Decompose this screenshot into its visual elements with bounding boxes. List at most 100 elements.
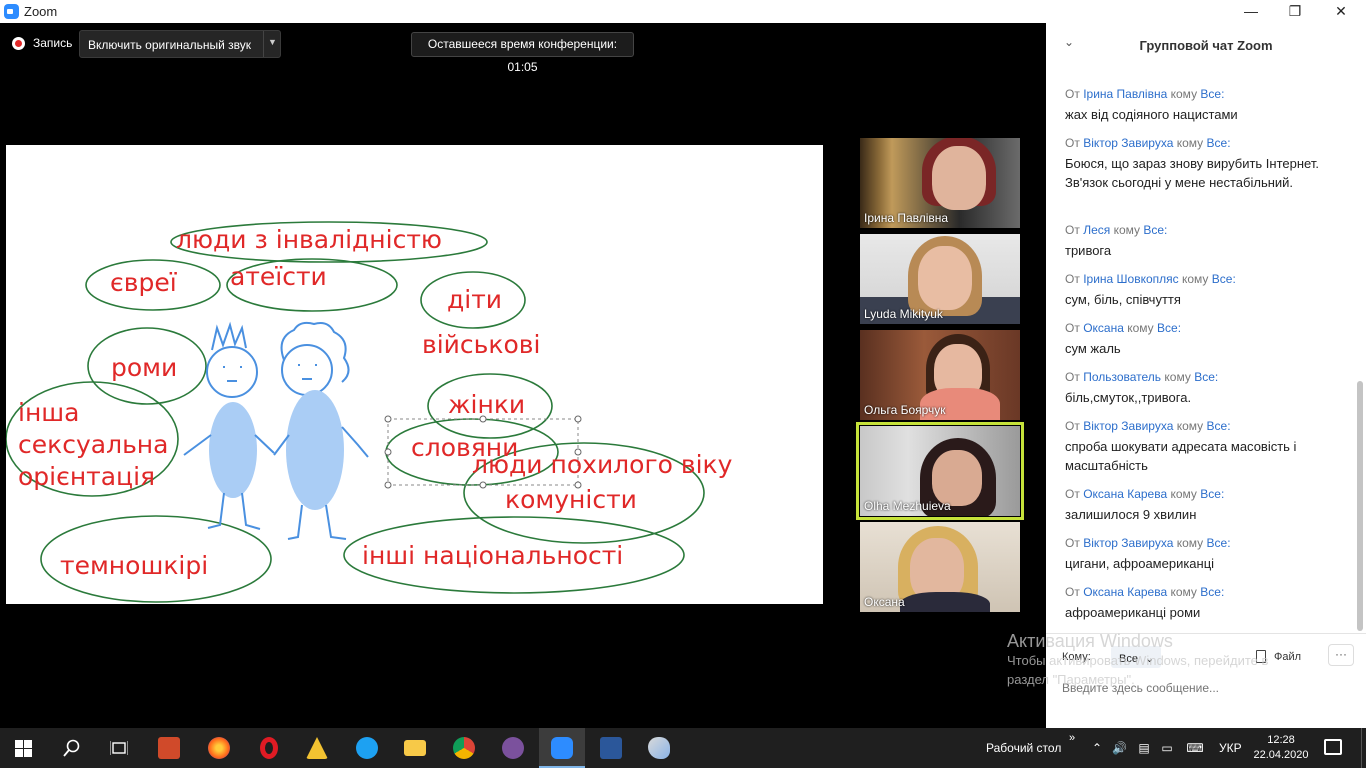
desktop-toolbar-label[interactable]: Рабочий стол [986,741,1061,755]
to-prefix: кому [1181,272,1209,286]
sender-name[interactable]: Оксана [1083,321,1124,335]
taskbar-app-file-explorer[interactable] [392,728,438,768]
sender-name[interactable]: Ірина Павлівна [1083,87,1167,101]
sender-name[interactable]: Віктор Завируха [1083,536,1173,550]
recipient-dropdown[interactable]: Все ⌄ [1111,646,1161,668]
chat-message: От Оксана Карева кому Все: афроамериканці… [1065,585,1335,622]
file-button[interactable]: Файл [1256,650,1301,663]
chat-message-text: Боюся, що зараз знову вирубить Інтернет.… [1065,156,1319,190]
recipient-name[interactable]: Все: [1157,321,1181,335]
from-prefix: От [1065,223,1080,237]
sender-name[interactable]: Ірина Шовкопляс [1083,272,1178,286]
participant-video[interactable]: Ірина Павлівна [860,138,1020,228]
selection-handle[interactable] [479,481,487,489]
network-icon[interactable]: ▤ [1137,741,1151,755]
participant-video[interactable]: Оксана [860,522,1020,612]
recipient-name[interactable]: Все: [1194,370,1218,384]
participant-name: Ірина Павлівна [864,211,949,225]
slide-word: діти [447,285,502,314]
taskbar-app-skype[interactable] [344,728,390,768]
sender-name[interactable]: Пользователь [1083,370,1161,384]
search-button[interactable] [48,728,94,768]
paint-icon [648,737,670,759]
chevron-down-icon: ⌄ [1145,653,1155,665]
sender-name[interactable]: Леся [1083,223,1110,237]
firefox-icon [208,737,230,759]
clock[interactable]: 12:28 22.04.2020 [1252,733,1310,763]
meeting-timer: Оставшееся время конференции: 01:05 [411,32,634,74]
keyboard-icon[interactable]: ⌨ [1185,741,1205,755]
taskbar-app-viber[interactable] [490,728,536,768]
figure-face [298,364,317,380]
recipient-name[interactable]: Все: [1143,223,1167,237]
recipient-name[interactable]: Все: [1200,585,1224,599]
task-view-button[interactable] [96,728,142,768]
chat-scrollbar[interactable] [1356,61,1364,631]
participant-face [932,146,986,210]
show-desktop-button[interactable] [1361,728,1366,768]
recipient-name[interactable]: Все: [1200,87,1224,101]
sender-name[interactable]: Оксана Карева [1083,585,1167,599]
recipient-name[interactable]: Все: [1207,136,1231,150]
input-language[interactable]: УКР [1219,741,1242,755]
more-options-button[interactable]: ··· [1328,644,1354,666]
maximize-button[interactable]: ❐ [1272,0,1318,23]
taskbar-app-chrome[interactable] [441,728,487,768]
chat-message: От Оксана Карева кому Все: залишилося 9 х… [1065,487,1335,524]
recipient-label: Кому: [1062,651,1091,663]
original-sound-label: Включить оригинальный звук [88,38,252,52]
task-view-icon [110,741,128,755]
sender-name[interactable]: Віктор Завируха [1083,136,1173,150]
taskbar-app-autocad[interactable] [294,728,340,768]
sender-name[interactable]: Оксана Карева [1083,487,1167,501]
slide-word: роми [111,353,177,382]
to-prefix: кому [1170,585,1197,599]
chat-message-meta: От Ірина Павлівна кому Все: [1065,87,1335,102]
chat-message-list[interactable]: От Ірина Павлівна кому Все: жах від содія… [1046,61,1356,631]
scrollbar-thumb[interactable] [1357,381,1363,631]
taskbar-app-word[interactable] [588,728,634,768]
participant-video[interactable]: Ольга Боярчук [860,330,1020,420]
slide-word: люди похилого віку [472,450,733,479]
recipient-name[interactable]: Все: [1212,272,1236,286]
sender-name[interactable]: Віктор Завируха [1083,419,1173,433]
original-sound-button[interactable]: Включить оригинальный звук ▼ [79,30,281,58]
taskbar-app-opera[interactable] [246,728,292,768]
participant-name: Ольга Боярчук [864,403,946,417]
taskbar-app-powerpoint[interactable] [146,728,192,768]
volume-icon[interactable]: 🔊 [1112,741,1127,755]
participant-video-active-speaker[interactable]: Olha Mezhuieva [856,422,1024,520]
battery-icon[interactable]: ▭ [1160,741,1174,755]
chevron-up-icon[interactable]: ⌃ [1090,741,1104,755]
minimize-button[interactable]: — [1228,0,1274,23]
stick-figures [183,321,369,540]
taskbar-app-zoom[interactable] [539,728,585,768]
powerpoint-icon [158,737,180,759]
file-icon [1256,650,1266,663]
start-button[interactable] [0,728,46,768]
from-prefix: От [1065,585,1080,599]
taskbar-app-firefox[interactable] [196,728,242,768]
to-prefix: кому [1170,87,1198,101]
chat-message: От Віктор Завируха кому Все: Боюся, що за… [1065,136,1335,192]
close-button[interactable]: ✕ [1318,0,1364,23]
chat-message-input[interactable] [1062,678,1352,698]
divider [263,31,264,57]
recording-indicator[interactable]: Запись [12,36,72,50]
chevron-down-icon[interactable]: ▼ [268,37,277,47]
selection-handle[interactable] [384,415,392,423]
taskbar-app-paint[interactable] [636,728,682,768]
selection-handle[interactable] [384,481,392,489]
action-center-icon[interactable] [1324,739,1342,755]
selection-handle[interactable] [574,415,582,423]
recipient-name[interactable]: Все: [1207,536,1231,550]
recording-label: Запись [33,36,73,50]
recipient-name[interactable]: Все: [1207,419,1231,433]
chat-message-text: афроамериканці роми [1065,605,1201,620]
desktop-toolbar-arrow[interactable]: » [1069,732,1075,744]
participant-video[interactable]: Lyuda Mikityuk [860,234,1020,324]
recipient-name[interactable]: Все: [1200,487,1224,501]
selection-handle[interactable] [384,448,392,456]
chat-message-text: спроба шокувати адресата масовість і мас… [1065,439,1297,473]
slide-word: інша [18,398,80,427]
